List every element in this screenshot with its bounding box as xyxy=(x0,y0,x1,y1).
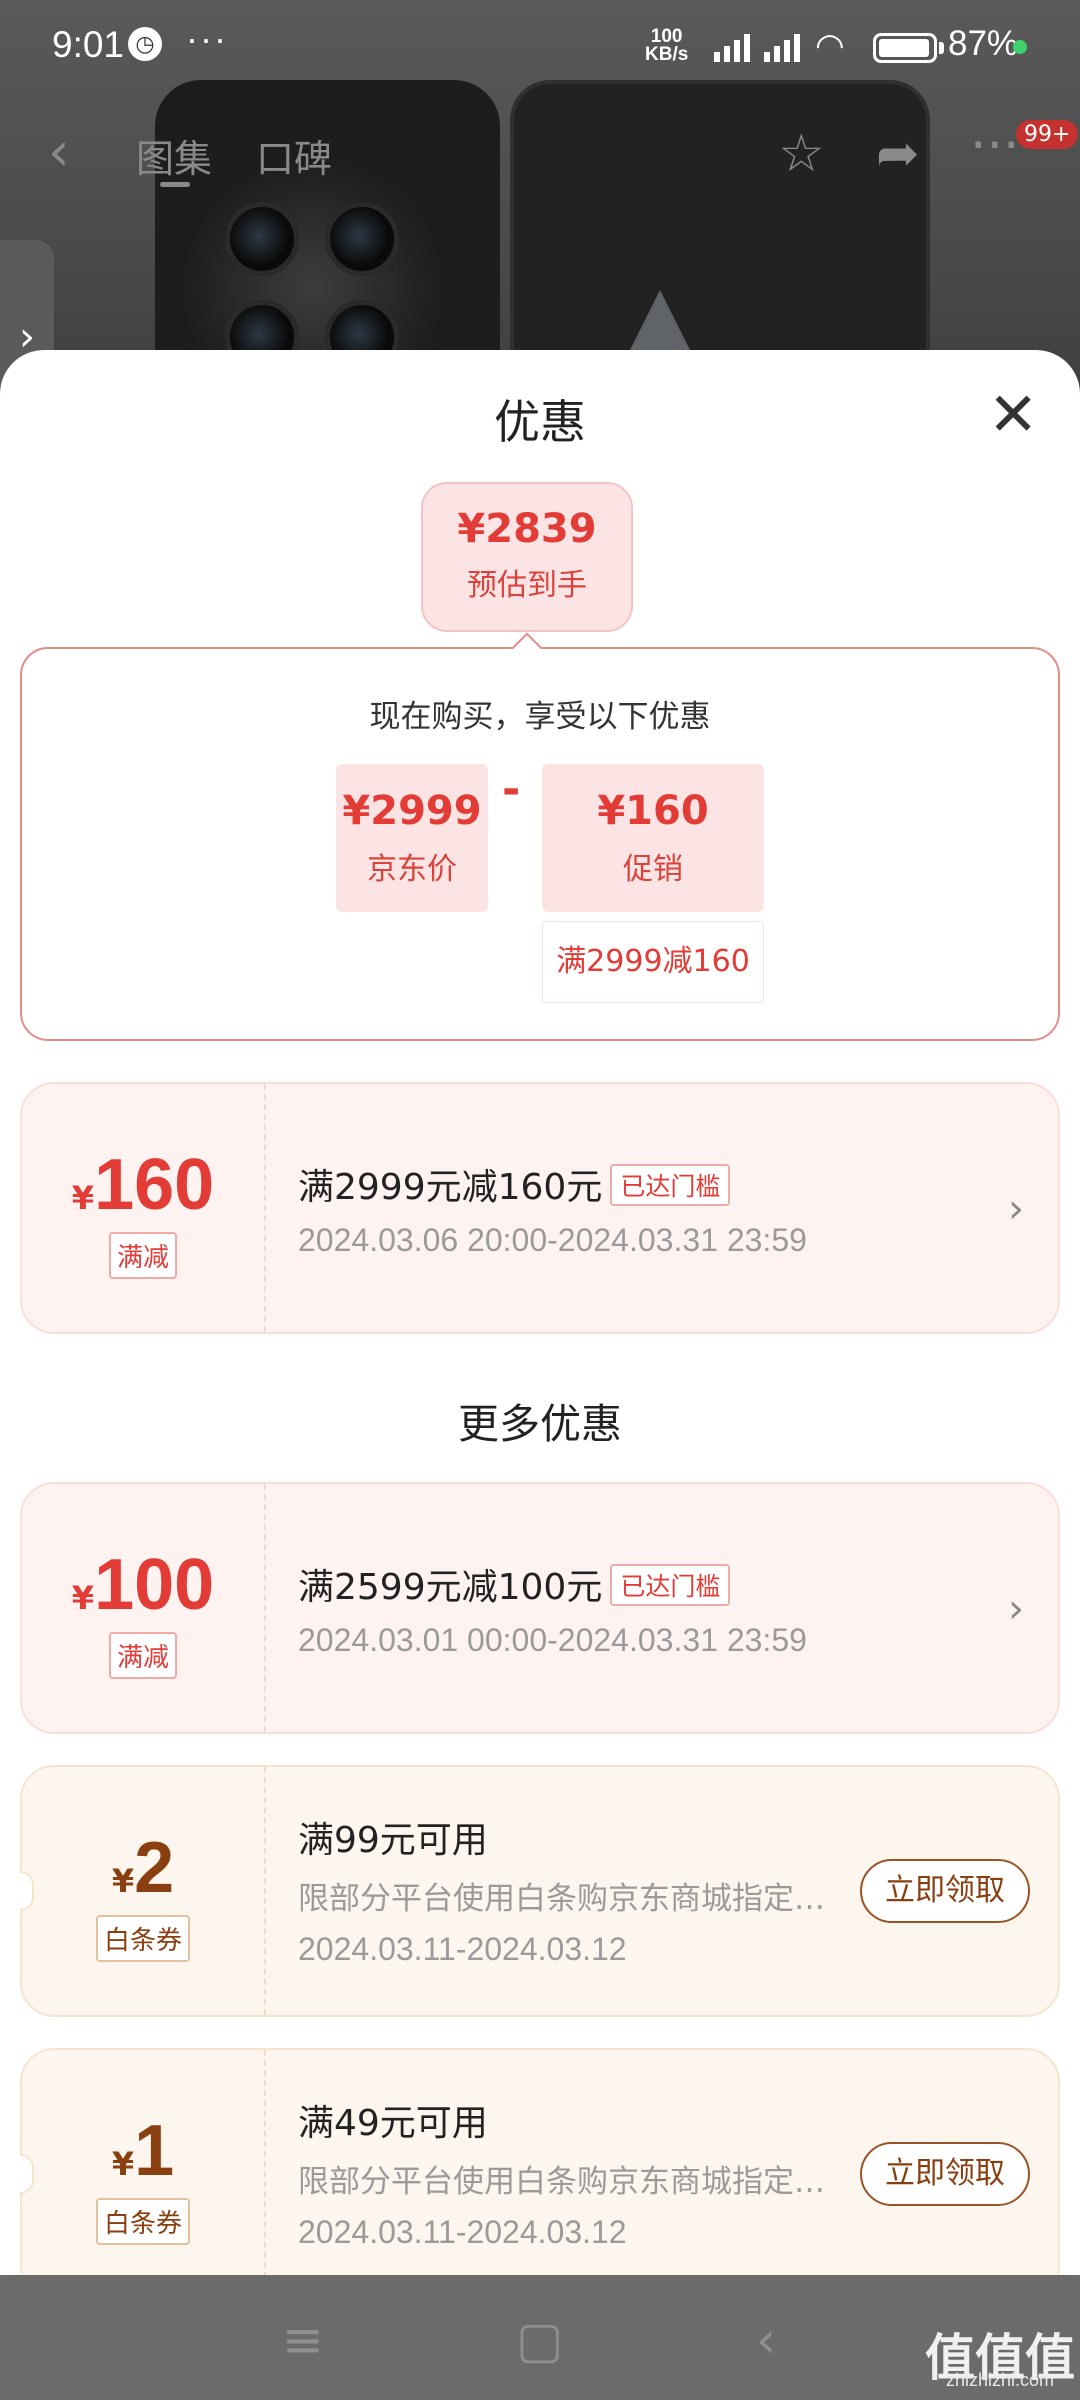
calculation-heading: 现在购买，享受以下优惠 xyxy=(369,699,711,735)
coupon-amount-block: ¥100 满减 xyxy=(22,1484,264,1732)
coupon-title: 满49元可用 xyxy=(298,2103,488,2144)
system-navigation-bar: ≡ ▢ ‹ xyxy=(0,2275,1080,2400)
clock-icon: ◷ xyxy=(128,27,162,61)
chevron-right-icon: › xyxy=(1008,1186,1024,1232)
coupon-amount-block: ¥1 白条券 xyxy=(22,2050,264,2275)
star-icon[interactable]: ☆ xyxy=(778,124,825,184)
status-bar: 9:01 ◷ ··· 100 KB/s ◠ 87% xyxy=(0,0,1080,95)
coupon-dates: 2024.03.11-2024.03.12 xyxy=(298,2214,627,2250)
battery-icon xyxy=(873,33,937,63)
coupon-amount-block: ¥160 满减 xyxy=(22,1084,264,1332)
home-icon[interactable]: ▢ xyxy=(516,2311,563,2369)
sheet-title: 优惠 xyxy=(494,395,586,449)
coupon-type-tag: 白条券 xyxy=(95,1915,190,1962)
coupon-description: 限部分平台使用白条购京东商城指定… xyxy=(298,1881,825,1917)
back-icon[interactable]: ‹ xyxy=(48,120,70,183)
promotion-label: 促销 xyxy=(623,852,683,887)
promotion-cell: ¥160 促销 xyxy=(542,764,764,912)
jd-price: ¥2999 xyxy=(342,788,482,834)
threshold-reached-tag: 已达门槛 xyxy=(610,1164,731,1206)
minus-sign: - xyxy=(502,764,521,815)
message-badge: 99+ xyxy=(1016,120,1079,149)
camera-lens xyxy=(325,202,399,276)
camera-lens xyxy=(225,202,299,276)
wifi-icon: ◠ xyxy=(815,27,845,65)
jd-price-cell: ¥2999 京东价 xyxy=(336,764,488,912)
jd-price-label: 京东价 xyxy=(367,852,457,887)
estimated-price-bubble: ¥2839 预估到手 xyxy=(421,482,633,632)
promotion-amount: ¥160 xyxy=(597,788,709,834)
baitiao-coupon-card: ¥2 白条券 满99元可用 限部分平台使用白条购京东商城指定… 2024.03.… xyxy=(20,1765,1060,2017)
tab-reviews[interactable]: 口碑 xyxy=(256,128,332,183)
close-icon[interactable]: ✕ xyxy=(988,380,1038,450)
signal-icon xyxy=(760,30,808,62)
network-speed: 100 KB/s xyxy=(645,27,689,65)
coupon-card[interactable]: ¥100 满减 满2599元减100元 已达门槛 2024.03.01 00:00… xyxy=(20,1482,1060,1734)
promotion-rule: 满2999减160 xyxy=(542,921,764,1003)
network-speed-unit: KB/s xyxy=(645,44,689,65)
threshold-reached-tag: 已达门槛 xyxy=(610,1564,731,1606)
coupon-type-tag: 白条券 xyxy=(95,2198,190,2245)
battery-percent: 87% xyxy=(948,24,1019,63)
more-notifications-icon: ··· xyxy=(186,18,228,59)
coupon-amount: ¥160 xyxy=(71,1145,215,1225)
coupon-divider xyxy=(264,1084,266,1332)
coupon-type-tag: 满减 xyxy=(108,1632,177,1679)
coupon-title: 满2999元减160元 已达门槛 xyxy=(298,1158,731,1210)
product-top-nav: ‹ 图集 口碑 ☆ ➦ ··· 99+ xyxy=(0,116,1080,190)
claim-coupon-button[interactable]: 立即领取 xyxy=(860,2142,1030,2206)
coupon-description: 限部分平台使用白条购京东商城指定… xyxy=(298,2164,825,2200)
chevron-right-icon: › xyxy=(1008,1586,1024,1632)
estimated-price: ¥2839 xyxy=(457,506,597,552)
coupon-amount: ¥2 xyxy=(111,1828,175,1908)
coupon-amount-block: ¥2 白条券 xyxy=(22,1767,264,2015)
more-icon[interactable]: ··· xyxy=(970,116,1020,176)
coupon-title: 满2599元减100元 已达门槛 xyxy=(298,1558,731,1610)
estimated-price-label: 预估到手 xyxy=(467,568,587,603)
coupon-divider xyxy=(264,2050,266,2275)
signal-icon xyxy=(710,30,758,62)
applied-coupon-card[interactable]: ¥160 满减 满2999元减160元 已达门槛 2024.03.06 20:00… xyxy=(20,1082,1060,1334)
coupon-dates: 2024.03.01 00:00-2024.03.31 23:59 xyxy=(298,1622,807,1658)
coupon-divider xyxy=(264,1767,266,2015)
coupon-dates: 2024.03.06 20:00-2024.03.31 23:59 xyxy=(298,1222,807,1258)
status-time: 9:01 xyxy=(52,24,125,65)
coupon-divider xyxy=(264,1484,266,1732)
price-calculation-box: 现在购买，享受以下优惠 ¥2999 京东价 - ¥160 促销 满2999减16… xyxy=(20,647,1060,1041)
coupon-amount: ¥1 xyxy=(111,2111,175,2191)
menu-icon[interactable]: ≡ xyxy=(282,2311,324,2369)
share-icon[interactable]: ➦ xyxy=(876,124,920,184)
coupon-dates: 2024.03.11-2024.03.12 xyxy=(298,1931,627,1967)
battery-cap xyxy=(939,42,944,54)
coupon-type-tag: 满减 xyxy=(108,1232,177,1279)
coupon-title: 满99元可用 xyxy=(298,1820,488,1861)
claim-coupon-button[interactable]: 立即领取 xyxy=(860,1859,1030,1923)
more-offers-title: 更多优惠 xyxy=(458,1400,622,1448)
coupon-amount: ¥100 xyxy=(71,1545,215,1625)
back-nav-icon[interactable]: ‹ xyxy=(756,2311,776,2369)
tab-underline xyxy=(160,182,190,187)
baitiao-coupon-card: ¥1 白条券 满49元可用 限部分平台使用白条购京东商城指定… 2024.03.… xyxy=(20,2048,1060,2275)
tab-gallery[interactable]: 图集 xyxy=(136,128,212,183)
watermark-url: zhizhizhi.com xyxy=(946,2370,1055,2390)
discount-sheet: 优惠 ✕ ¥2839 预估到手 现在购买，享受以下优惠 ¥2999 京东价 - … xyxy=(0,350,1080,2275)
charging-dot-icon xyxy=(1013,40,1027,54)
